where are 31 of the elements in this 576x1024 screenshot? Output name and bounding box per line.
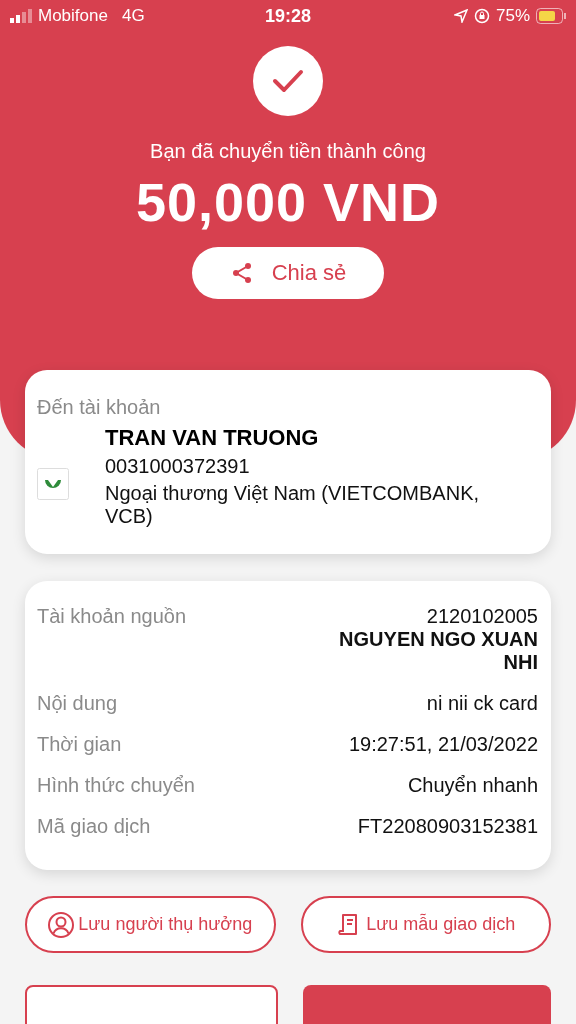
detail-label: Nội dung bbox=[37, 692, 118, 715]
signal-icon bbox=[10, 9, 32, 23]
clock-time: 19:28 bbox=[265, 5, 312, 27]
rotation-lock-icon bbox=[474, 8, 490, 24]
recipient-name: TRAN VAN TRUONG bbox=[105, 425, 320, 451]
action-button[interactable]: Lưu người thụ hưởng bbox=[25, 896, 276, 953]
share-button[interactable]: Chia sẻ bbox=[192, 247, 384, 299]
person-icon bbox=[48, 911, 75, 938]
detail-label: Hình thức chuyển bbox=[37, 774, 195, 797]
recipient-label: Đến tài khoản bbox=[37, 396, 162, 419]
account-holder: NGUYEN NGO XUAN NHI bbox=[338, 628, 538, 674]
location-icon bbox=[454, 9, 468, 23]
detail-value: 19:27:51, 21/03/2022 bbox=[348, 733, 538, 756]
bank-logo-icon bbox=[37, 467, 69, 500]
checkmark-icon bbox=[253, 46, 323, 116]
battery-icon bbox=[536, 8, 566, 24]
battery-percent: 75% bbox=[496, 6, 530, 26]
bank-name: Ngoại thương Việt Nam (VIETCOMBANK, VCB) bbox=[105, 482, 481, 528]
detail-label: Tài khoản nguồn bbox=[37, 605, 186, 629]
detail-label: Thời gian bbox=[37, 733, 122, 756]
detail-value: FT22080903152381 bbox=[357, 815, 538, 838]
network-type: 4G bbox=[121, 6, 145, 26]
success-message: Bạn đã chuyển tiền thành công bbox=[150, 140, 426, 163]
detail-value: Chuyển nhanh bbox=[407, 774, 538, 797]
detail-value: ni nii ck card bbox=[426, 692, 538, 715]
account-number: 0031000372391 bbox=[105, 455, 251, 478]
transfer-amount: 50,000 VND bbox=[135, 171, 441, 233]
action-button[interactable]: Lưu mẫu giao dịch bbox=[300, 896, 551, 953]
detail-value: 2120102005 bbox=[425, 605, 538, 628]
detail-label: Mã giao dịch bbox=[37, 815, 151, 838]
carrier-name: Mobifone bbox=[38, 6, 108, 26]
